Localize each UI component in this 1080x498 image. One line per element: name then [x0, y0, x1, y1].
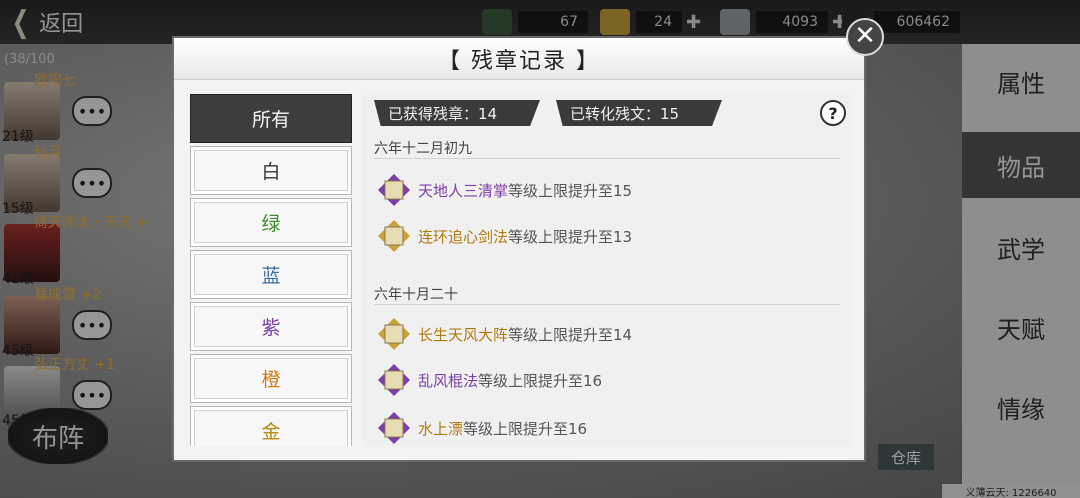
filter-all[interactable]: 所有	[190, 94, 352, 143]
record-item: 水上漂 等级上限提升至16	[376, 408, 587, 446]
help-icon[interactable]: ?	[820, 100, 846, 126]
record-item: 连环追心剑法 等级上限提升至13	[376, 216, 632, 256]
filter-white[interactable]: 白	[190, 146, 352, 195]
dialog-title: 【 残章记录 】	[174, 38, 864, 80]
record-text: 等级上限提升至15	[508, 181, 633, 200]
filter-label: 所有	[251, 109, 290, 131]
fragment-record-dialog: 【 残章记录 】 所有 白 绿 蓝 紫 橙 金 已获得残章：14 已转化残文：1…	[172, 36, 866, 462]
record-item: 乱风棍法 等级上限提升至16	[376, 360, 602, 400]
stats-row: 已获得残章：14 已转化残文：15	[374, 100, 738, 126]
record-text: 等级上限提升至16	[463, 419, 588, 438]
filter-green[interactable]: 绿	[190, 198, 352, 247]
record-item: 天地人三清掌 等级上限提升至15	[376, 170, 632, 210]
record-item: 长生天风大阵 等级上限提升至14	[376, 314, 632, 354]
filter-label: 橙	[261, 369, 281, 391]
scroll-fragment-icon	[376, 316, 412, 352]
scroll-fragment-icon	[376, 218, 412, 254]
record-text: 等级上限提升至14	[508, 325, 633, 344]
skill-name: 连环追心剑法	[418, 227, 509, 246]
record-text: 等级上限提升至16	[478, 371, 603, 390]
close-icon[interactable]: ✕	[846, 18, 884, 56]
divider	[374, 304, 840, 305]
scroll-fragment-icon	[376, 172, 412, 208]
filter-gold[interactable]: 金	[190, 406, 352, 446]
converted-count: 已转化残文：15	[556, 100, 722, 126]
scroll-fragment-icon	[376, 410, 412, 446]
scroll-fragment-icon	[376, 362, 412, 398]
filter-label: 白	[261, 161, 281, 183]
record-date: 六年十二月初九	[374, 141, 472, 157]
skill-name: 长生天风大阵	[418, 325, 509, 344]
filter-blue[interactable]: 蓝	[190, 250, 352, 299]
filter-label: 紫	[261, 317, 281, 339]
filter-label: 蓝	[261, 265, 281, 287]
filter-label: 绿	[261, 213, 281, 235]
skill-name: 水上漂	[418, 419, 464, 438]
obtained-count: 已获得残章：14	[374, 100, 540, 126]
record-list[interactable]: 已获得残章：14 已转化残文：15 ? 六年十二月初九 天地人三清掌 等级上限提升…	[362, 94, 852, 446]
divider	[374, 158, 840, 159]
skill-name: 乱风棍法	[418, 371, 479, 390]
filter-orange[interactable]: 橙	[190, 354, 352, 403]
quality-filter-list: 所有 白 绿 蓝 紫 橙 金	[190, 94, 352, 446]
filter-label: 金	[261, 421, 281, 443]
filter-purple[interactable]: 紫	[190, 302, 352, 351]
record-text: 等级上限提升至13	[508, 227, 633, 246]
record-date: 六年十月二十	[374, 287, 458, 303]
skill-name: 天地人三清掌	[418, 181, 509, 200]
